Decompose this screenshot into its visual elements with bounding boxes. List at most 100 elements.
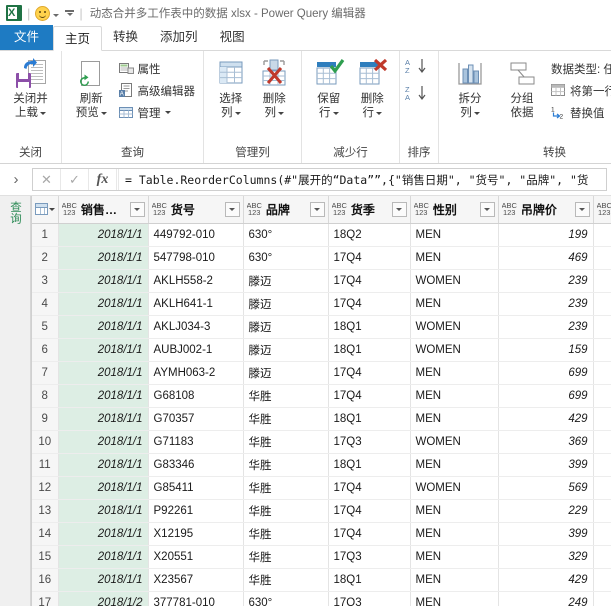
cell-货号[interactable]: G83346	[148, 453, 243, 476]
cell-blank[interactable]	[593, 476, 611, 499]
cell-货号[interactable]: G85411	[148, 476, 243, 499]
insert-function-icon[interactable]: fx	[89, 169, 117, 190]
tab-transform[interactable]: 转换	[102, 25, 149, 50]
cell-性别[interactable]: MEN	[410, 223, 498, 246]
column-header-吊牌价[interactable]: ABC123吊牌价	[498, 196, 593, 223]
advanced-editor-button[interactable]: A 高级编辑器	[116, 81, 199, 100]
cell-吊牌价[interactable]: 429	[498, 568, 593, 591]
refresh-preview-caret-icon[interactable]	[101, 112, 107, 115]
cell-销售日期[interactable]: 2018/1/1	[58, 338, 148, 361]
table-row[interactable]: 112018/1/1G83346华胜18Q1MEN399	[32, 453, 611, 476]
row-number[interactable]: 12	[32, 476, 58, 499]
cell-品牌[interactable]: 滕迈	[243, 338, 328, 361]
cell-性别[interactable]: MEN	[410, 499, 498, 522]
column-header-销售日期[interactable]: ABC123销售日…	[58, 196, 148, 223]
table-row[interactable]: 142018/1/1X12195华胜17Q4MEN399	[32, 522, 611, 545]
cell-品牌[interactable]: 华胜	[243, 430, 328, 453]
cell-货季[interactable]: 17Q4	[328, 476, 410, 499]
table-row[interactable]: 62018/1/1AUBJ002-1滕迈18Q1WOMEN159	[32, 338, 611, 361]
row-number[interactable]: 4	[32, 292, 58, 315]
cell-吊牌价[interactable]: 399	[498, 522, 593, 545]
cell-销售日期[interactable]: 2018/1/1	[58, 545, 148, 568]
cell-性别[interactable]: MEN	[410, 591, 498, 606]
cell-吊牌价[interactable]: 229	[498, 499, 593, 522]
cell-货号[interactable]: AKLJ034-3	[148, 315, 243, 338]
column-filter-button[interactable]	[310, 202, 325, 217]
column-filter-button[interactable]	[392, 202, 407, 217]
remove-rows-button[interactable]: 删除 行	[351, 55, 395, 120]
sort-descending-button[interactable]: Z A	[405, 85, 433, 106]
smiley-dropdown-icon[interactable]	[53, 14, 59, 17]
cell-blank[interactable]	[593, 407, 611, 430]
cell-销售日期[interactable]: 2018/1/2	[58, 591, 148, 606]
cell-货季[interactable]: 17Q3	[328, 591, 410, 606]
cell-吊牌价[interactable]: 329	[498, 545, 593, 568]
cell-性别[interactable]: MEN	[410, 292, 498, 315]
close-and-load-button[interactable]: 关闭并 上载	[5, 55, 56, 120]
cell-性别[interactable]: MEN	[410, 407, 498, 430]
row-number[interactable]: 11	[32, 453, 58, 476]
tab-file[interactable]: 文件	[0, 25, 53, 50]
cell-blank[interactable]	[593, 384, 611, 407]
cell-吊牌价[interactable]: 199	[498, 223, 593, 246]
table-row[interactable]: 152018/1/1X20551华胜17Q3MEN329	[32, 545, 611, 568]
sort-ascending-button[interactable]: A Z	[405, 58, 433, 79]
tab-view[interactable]: 视图	[209, 25, 256, 50]
cell-销售日期[interactable]: 2018/1/1	[58, 223, 148, 246]
manage-button[interactable]: 管理	[116, 103, 199, 122]
cell-销售日期[interactable]: 2018/1/1	[58, 246, 148, 269]
column-filter-button[interactable]	[575, 202, 590, 217]
cell-品牌[interactable]: 华胜	[243, 522, 328, 545]
cell-货季[interactable]: 17Q4	[328, 246, 410, 269]
tab-home[interactable]: 主页	[53, 26, 102, 51]
cell-货号[interactable]: X12195	[148, 522, 243, 545]
table-row[interactable]: 82018/1/1G68108华胜17Q4MEN699	[32, 384, 611, 407]
cell-货号[interactable]: 547798-010	[148, 246, 243, 269]
cell-货号[interactable]: X23567	[148, 568, 243, 591]
row-number[interactable]: 2	[32, 246, 58, 269]
formula-confirm-button[interactable]: ✓	[61, 169, 89, 190]
cell-blank[interactable]	[593, 522, 611, 545]
row-number[interactable]: 8	[32, 384, 58, 407]
row-number[interactable]: 15	[32, 545, 58, 568]
row-number[interactable]: 7	[32, 361, 58, 384]
cell-货季[interactable]: 18Q1	[328, 338, 410, 361]
cell-销售日期[interactable]: 2018/1/1	[58, 407, 148, 430]
use-first-row-as-headers-button[interactable]: 将第一行用作标题	[548, 81, 611, 100]
column-header-性别[interactable]: ABC123性别	[410, 196, 498, 223]
cell-销售日期[interactable]: 2018/1/1	[58, 269, 148, 292]
cell-blank[interactable]	[593, 292, 611, 315]
expand-queries-pane-icon[interactable]: ›	[0, 164, 32, 196]
split-column-caret-icon[interactable]	[474, 112, 480, 115]
cell-品牌[interactable]: 华胜	[243, 407, 328, 430]
cell-blank[interactable]	[593, 338, 611, 361]
cell-货季[interactable]: 17Q3	[328, 545, 410, 568]
cell-吊牌价[interactable]: 429	[498, 407, 593, 430]
cell-品牌[interactable]: 华胜	[243, 384, 328, 407]
cell-blank[interactable]	[593, 499, 611, 522]
cell-货号[interactable]: G68108	[148, 384, 243, 407]
cell-货季[interactable]: 18Q1	[328, 407, 410, 430]
column-filter-button[interactable]	[480, 202, 495, 217]
cell-销售日期[interactable]: 2018/1/1	[58, 568, 148, 591]
cell-吊牌价[interactable]: 249	[498, 591, 593, 606]
cell-品牌[interactable]: 滕迈	[243, 269, 328, 292]
row-number[interactable]: 5	[32, 315, 58, 338]
table-row[interactable]: 32018/1/1AKLH558-2滕迈17Q4WOMEN239	[32, 269, 611, 292]
cell-品牌[interactable]: 华胜	[243, 545, 328, 568]
cell-性别[interactable]: WOMEN	[410, 430, 498, 453]
cell-货号[interactable]: AUBJ002-1	[148, 338, 243, 361]
row-number[interactable]: 13	[32, 499, 58, 522]
cell-销售日期[interactable]: 2018/1/1	[58, 476, 148, 499]
replace-values-button[interactable]: 1 2 替换值	[548, 103, 611, 122]
table-row[interactable]: 162018/1/1X23567华胜18Q1MEN429	[32, 568, 611, 591]
cell-货号[interactable]: AKLH641-1	[148, 292, 243, 315]
cell-性别[interactable]: MEN	[410, 246, 498, 269]
remove-columns-button[interactable]: 删除 列	[253, 55, 297, 120]
row-number[interactable]: 9	[32, 407, 58, 430]
cell-吊牌价[interactable]: 239	[498, 269, 593, 292]
table-row[interactable]: 132018/1/1P92261华胜17Q4MEN229	[32, 499, 611, 522]
queries-pane-collapsed[interactable]: 查询	[0, 196, 31, 606]
cell-货季[interactable]: 18Q1	[328, 568, 410, 591]
cell-吊牌价[interactable]: 699	[498, 384, 593, 407]
